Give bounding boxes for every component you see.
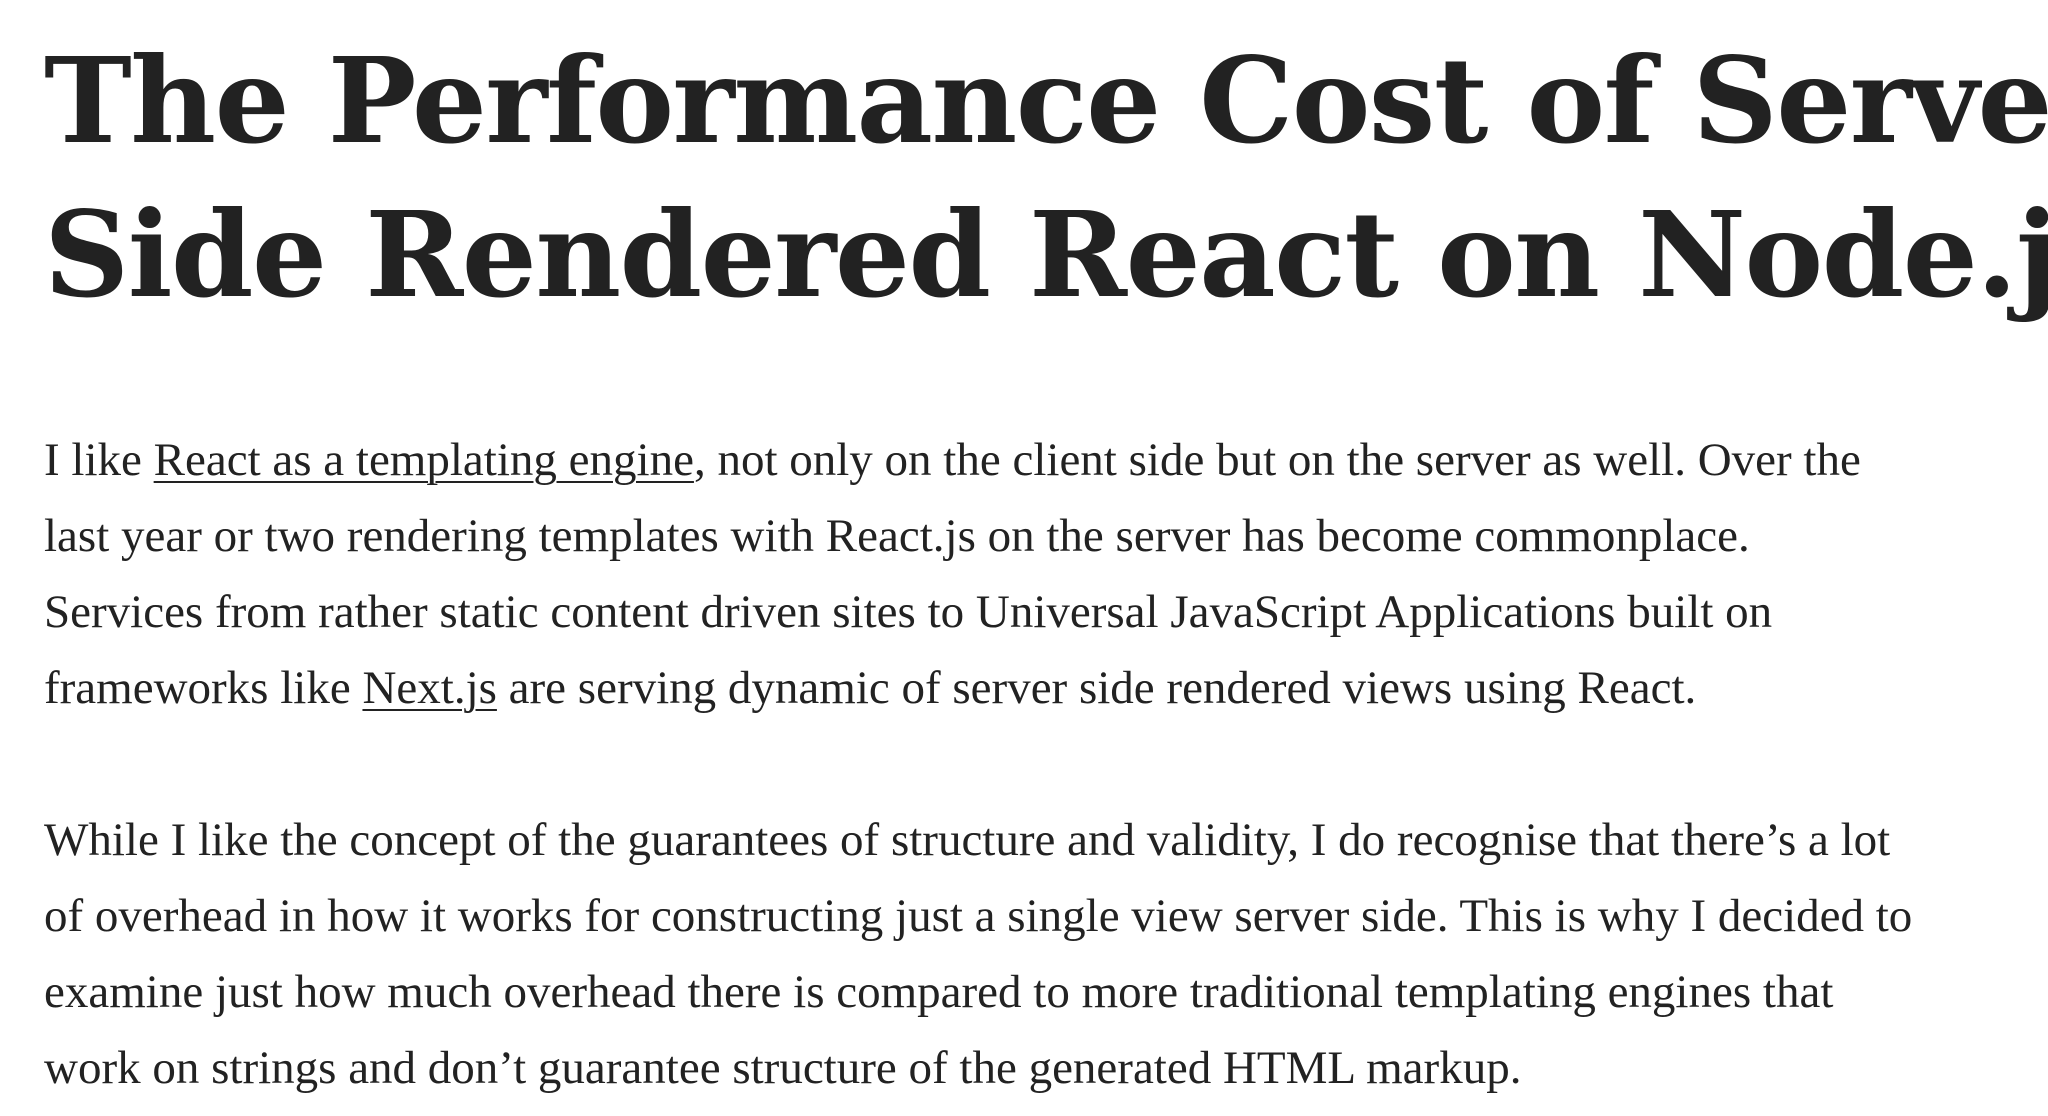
text-segment: are serving dynamic of server side rende… [496,662,1697,714]
paragraph-intro-line-4: frameworks like Next.js are serving dyna… [44,650,2024,726]
paragraph-intro-line-2: last year or two rendering templates wit… [44,510,1750,562]
paragraph-motivation-line-4: work on strings and don’t guarantee stru… [44,1042,1522,1094]
text-segment: I like [44,434,154,486]
page-title-line-2: Side Rendered React on Node.js [44,185,2048,324]
paragraph-intro-line-1: I like React as a templating engine, not… [44,422,2024,498]
text-segment: , not only on the client side but on the… [693,434,1861,486]
react-templating-engine-link[interactable]: React as a templating engine [154,434,694,486]
article: The Performance Cost of Server Side Rend… [0,0,2048,1116]
page-title: The Performance Cost of Server Side Rend… [44,0,2048,332]
paragraph-motivation: While I like the concept of the guarante… [44,802,2024,1106]
paragraph-motivation-line-1: While I like the concept of the guarante… [44,814,1891,866]
nextjs-link[interactable]: Next.js [362,662,496,714]
paragraph-motivation-line-3: examine just how much overhead there is … [44,966,1834,1018]
paragraph-intro: I like React as a templating engine, not… [44,422,2024,726]
paragraph-intro-line-3: Services from rather static content driv… [44,586,1773,638]
text-segment: frameworks like [44,662,363,714]
paragraph-motivation-line-2: of overhead in how it works for construc… [44,890,1913,942]
page-title-line-1: The Performance Cost of Server [44,31,2048,170]
